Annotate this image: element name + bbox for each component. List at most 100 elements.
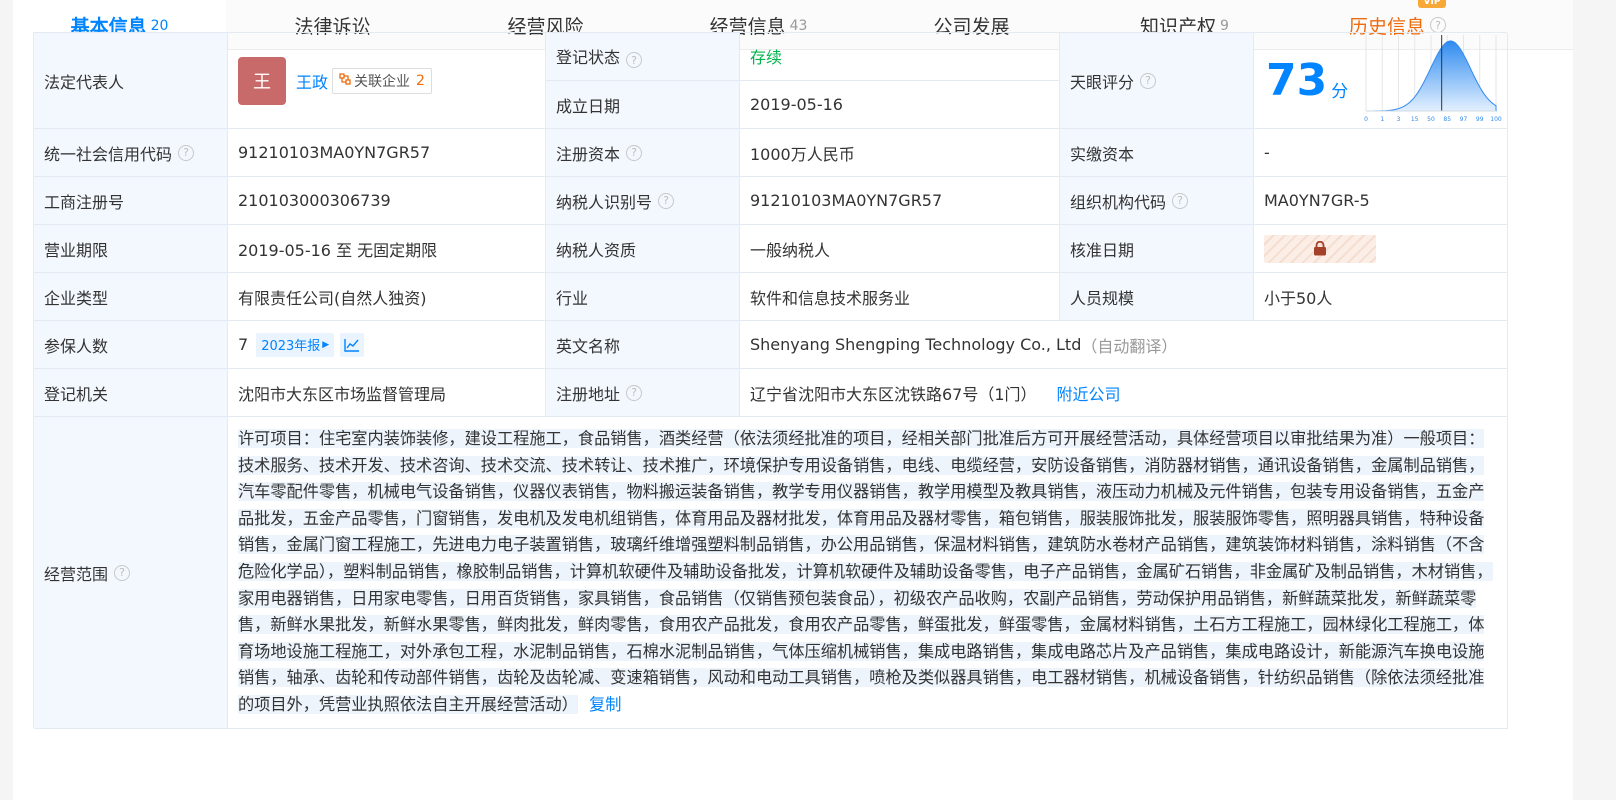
- help-icon[interactable]: ?: [114, 564, 131, 581]
- trend-chart-button[interactable]: [340, 332, 365, 357]
- founded-date: 2019-05-16: [750, 95, 843, 114]
- label-reg-status: 登记状态 ?: [546, 33, 740, 81]
- english-name-value: Shenyang Shengping Technology Co., Ltd （…: [740, 321, 1508, 369]
- label-reg-capital: 注册资本 ?: [546, 129, 740, 177]
- label-biz-reg-no: 工商注册号: [34, 177, 228, 225]
- label-text: 注册地址: [556, 384, 621, 404]
- label-reg-address: 注册地址 ?: [546, 369, 740, 417]
- label-taxpayer-qual: 纳税人资质: [546, 225, 740, 273]
- paid-capital-value: -: [1254, 129, 1508, 177]
- staff-size-value: 小于50人: [1254, 273, 1508, 321]
- vip-badge: VIP: [1418, 0, 1446, 8]
- vip-locked-field[interactable]: [1264, 234, 1376, 263]
- credit-code-value: 91210103MA0YN7GR57: [228, 129, 546, 177]
- label-credit-code: 统一社会信用代码 ?: [34, 129, 228, 177]
- score-distribution-chart: 0 1 3 15 50 85 97 99 100: [1364, 34, 1503, 123]
- label-text: 经营范围: [44, 564, 109, 584]
- insured-count: 7: [238, 335, 249, 354]
- label-staff-size: 人员规模: [1060, 273, 1254, 321]
- reg-capital-text: 1000万人民币: [750, 144, 855, 164]
- reg-address-text: 辽宁省沈阳市大东区沈铁路67号（1门）: [750, 384, 1037, 404]
- label-reg-authority: 登记机关: [34, 369, 228, 417]
- paid-capital-text: -: [1264, 143, 1270, 162]
- biz-reg-no-text: 210103000306739: [238, 191, 391, 210]
- status-badge: 存续: [750, 48, 783, 67]
- help-icon[interactable]: ?: [626, 384, 643, 401]
- tianyan-score-value[interactable]: 73 分 0 1 3 15 50 85 97 99 100: [1254, 33, 1508, 129]
- label-text: 登记机关: [44, 384, 109, 404]
- score-number: 73: [1266, 55, 1328, 106]
- label-taxpayer-id: 纳税人识别号 ?: [546, 177, 740, 225]
- copy-button[interactable]: 复制: [589, 695, 621, 714]
- chart-tick-label: 1: [1381, 116, 1385, 123]
- biz-scope-paragraph: 许可项目：住宅室内装饰装修，建设工程施工，食品销售，酒类经营（依法须经批准的项目…: [228, 417, 1507, 719]
- annual-report-tag[interactable]: 2023年报 ▶: [256, 332, 335, 357]
- help-icon[interactable]: ?: [1172, 192, 1189, 209]
- related-count: 2: [416, 72, 425, 89]
- help-icon[interactable]: ?: [626, 52, 643, 68]
- label-text: 登记状态: [556, 48, 621, 67]
- avatar[interactable]: 王: [238, 56, 286, 105]
- org-code-text: MA0YN7GR-5: [1264, 191, 1370, 210]
- related-label: 关联企业: [354, 73, 411, 90]
- chart-tick-label: 15: [1411, 116, 1419, 123]
- label-biz-term: 营业期限: [34, 225, 228, 273]
- label-text: 工商注册号: [44, 192, 125, 212]
- label-biz-scope: 经营范围 ?: [34, 417, 228, 729]
- label-text: 实缴资本: [1070, 144, 1135, 164]
- help-icon[interactable]: ?: [178, 144, 195, 161]
- related-companies-tag[interactable]: 关联企业 2: [332, 67, 432, 94]
- label-text: 营业期限: [44, 240, 109, 260]
- industry-text: 软件和信息技术服务业: [750, 288, 911, 308]
- founded-value: 2019-05-16: [740, 81, 1060, 129]
- help-icon[interactable]: ?: [1430, 17, 1446, 33]
- help-icon[interactable]: ?: [626, 144, 643, 161]
- label-text: 统一社会信用代码: [44, 144, 173, 164]
- chart-tick-label: 3: [1397, 116, 1401, 123]
- lock-icon: [1314, 241, 1326, 256]
- basic-info-table: 法定代表人 王 王政 关联企业 2 登记状态 ? 存续 成立日期 2019-05…: [33, 32, 1508, 729]
- legal-rep-name-link[interactable]: 王政: [296, 69, 328, 93]
- english-name-text: Shenyang Shengping Technology Co., Ltd: [750, 335, 1082, 354]
- reg-status-value: 存续: [740, 33, 1060, 81]
- label-text: 行业: [556, 288, 589, 308]
- reg-capital-value: 1000万人民币: [740, 129, 1060, 177]
- biz-scope-text: 许可项目：住宅室内装饰装修，建设工程施工，食品销售，酒类经营（依法须经批准的项目…: [238, 429, 1493, 714]
- label-industry: 行业: [546, 273, 740, 321]
- chart-tick-label: 100: [1491, 116, 1503, 123]
- legal-rep-value: 王 王政 关联企业 2: [228, 33, 546, 129]
- content-panel: 基本信息 20 法律诉讼 经营风险 经营信息 43 公司发展 知识产权 9 历史…: [13, 0, 1573, 800]
- taxpayer-qual-text: 一般纳税人: [750, 240, 831, 260]
- label-text: 注册资本: [556, 144, 621, 164]
- label-org-code: 组织机构代码 ?: [1060, 177, 1254, 225]
- label-text: 纳税人资质: [556, 240, 637, 260]
- score-unit: 分: [1331, 82, 1349, 102]
- company-type-value: 有限责任公司(自然人独资): [228, 273, 546, 321]
- credit-code-text: 91210103MA0YN7GR57: [238, 143, 431, 162]
- label-text: 纳税人识别号: [556, 192, 653, 212]
- industry-value: 软件和信息技术服务业: [740, 273, 1060, 321]
- company-type-text: 有限责任公司(自然人独资): [238, 288, 427, 308]
- biz-scope-value: 许可项目：住宅室内装饰装修，建设工程施工，食品销售，酒类经营（依法须经批准的项目…: [228, 417, 1508, 729]
- label-text: 法定代表人: [44, 72, 125, 92]
- insured-value: 7 2023年报 ▶: [228, 321, 546, 369]
- nearby-companies-link[interactable]: 附近公司: [1057, 381, 1121, 405]
- taxpayer-id-text: 91210103MA0YN7GR57: [750, 191, 943, 210]
- auto-translate-note: （自动翻译）: [1081, 336, 1178, 356]
- label-text: 参保人数: [44, 336, 109, 356]
- report-year-label: 2023年报: [261, 339, 321, 354]
- label-text: 英文名称: [556, 336, 621, 356]
- biz-reg-no-value: 210103000306739: [228, 177, 546, 225]
- label-text: 组织机构代码: [1070, 192, 1167, 212]
- biz-term-text: 2019-05-16 至 无固定期限: [238, 240, 438, 260]
- reg-authority-value: 沈阳市大东区市场监督管理局: [228, 369, 546, 417]
- label-approval-date: 核准日期: [1060, 225, 1254, 273]
- help-icon[interactable]: ?: [658, 192, 675, 209]
- label-insured: 参保人数: [34, 321, 228, 369]
- org-code-value: MA0YN7GR-5: [1254, 177, 1508, 225]
- label-text: 企业类型: [44, 288, 109, 308]
- help-icon[interactable]: ?: [1140, 72, 1157, 89]
- reg-authority-text: 沈阳市大东区市场监督管理局: [238, 384, 447, 404]
- chart-tick-label: 97: [1460, 116, 1468, 123]
- label-text: 人员规模: [1070, 288, 1135, 308]
